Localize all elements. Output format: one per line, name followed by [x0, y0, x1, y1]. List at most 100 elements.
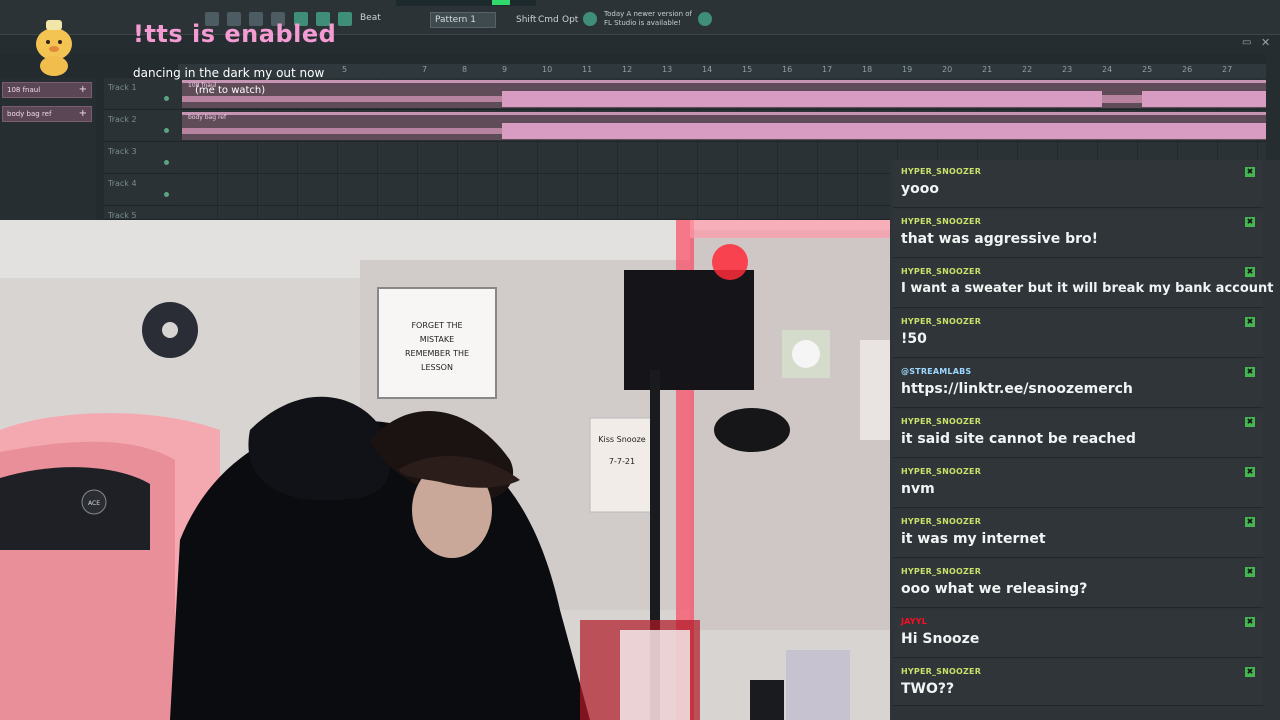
stream-screen: Beat Pattern 1 Shift Cmd Opt Today A new… — [0, 0, 1280, 720]
moderator-badge-icon: ✖ — [1245, 567, 1255, 577]
moderator-badge-icon: ✖ — [1245, 467, 1255, 477]
ruler-mark: 19 — [902, 65, 913, 74]
chat-text: nvm — [901, 481, 935, 497]
chat-username[interactable]: @STREAMLABS — [901, 367, 971, 376]
clip-label: body bag ref — [188, 114, 227, 121]
audio-clip[interactable]: 108 fnaul — [182, 80, 1266, 108]
chat-message: JAYYL ✖ Hi Snooze — [893, 610, 1263, 658]
chat-text: ooo what we releasing? — [901, 581, 1088, 597]
ruler-mark: 7 — [422, 65, 428, 74]
ruler-mark: 21 — [982, 65, 993, 74]
track-header[interactable]: Track 5 — [104, 206, 178, 220]
chat-username[interactable]: HYPER_SNOOZER — [901, 217, 981, 226]
vertical-scrollbar[interactable] — [1266, 54, 1280, 160]
opt-button[interactable]: Opt — [562, 15, 578, 25]
ruler-mark: 5 — [342, 65, 348, 74]
waveform — [182, 123, 1266, 139]
poster-text: FORGET THE — [411, 321, 462, 330]
add-icon[interactable]: + — [79, 84, 87, 95]
timeline-ruler[interactable]: 5 7 8 9 10 11 12 13 14 15 16 17 18 19 20… — [178, 64, 1266, 78]
chat-username[interactable]: HYPER_SNOOZER — [901, 317, 981, 326]
moderator-badge-icon: ✖ — [1245, 367, 1255, 377]
card-date: 7-7-21 — [609, 457, 635, 466]
ruler-mark: 23 — [1062, 65, 1073, 74]
chat-text: TWO?? — [901, 681, 955, 697]
chat-text: it said site cannot be reached — [901, 431, 1136, 447]
ruler-mark: 14 — [702, 65, 713, 74]
ruler-mark: 22 — [1022, 65, 1033, 74]
pattern-item-label: 108 fnaul — [7, 86, 41, 94]
tts-enabled-banner: !tts is enabled — [133, 20, 337, 48]
chat-text: !50 — [901, 331, 927, 347]
track-name: Track 4 — [108, 179, 137, 188]
shift-button[interactable]: Shift — [516, 15, 536, 25]
pattern-label: Pattern 1 — [435, 15, 476, 25]
track-header[interactable]: Track 1 — [104, 78, 178, 110]
ruler-mark: 20 — [942, 65, 953, 74]
track-mute-indicator[interactable] — [164, 128, 169, 133]
audio-clip[interactable]: body bag ref — [182, 112, 1266, 140]
chat-message: HYPER_SNOOZER ✖ ooo what we releasing? — [893, 560, 1263, 608]
pattern-list: 108 fnaul + body bag ref + — [0, 78, 96, 220]
update-icon[interactable] — [583, 12, 597, 26]
track-header[interactable]: Track 2 — [104, 110, 178, 142]
close-icon[interactable]: ✕ — [1261, 36, 1270, 49]
chat-message: HYPER_SNOOZER ✖ yooo — [893, 160, 1263, 208]
ruler-mark: 15 — [742, 65, 753, 74]
ruler-mark: 9 — [502, 65, 508, 74]
ruler-mark: 25 — [1142, 65, 1153, 74]
chat-text: I want a sweater but it will break my ba… — [901, 281, 1274, 296]
track-mute-indicator[interactable] — [164, 96, 169, 101]
moderator-badge-icon: ✖ — [1245, 167, 1255, 177]
ruler-mark: 12 — [622, 65, 633, 74]
minimize-icon[interactable]: ▭ — [1242, 37, 1251, 48]
track-header[interactable]: Track 4 — [104, 174, 178, 206]
chat-text: Hi Snooze — [901, 631, 980, 647]
track-mute-indicator[interactable] — [164, 192, 169, 197]
moderator-badge-icon: ✖ — [1245, 517, 1255, 527]
chat-message: HYPER_SNOOZER ✖ !50 — [893, 310, 1263, 358]
chat-text[interactable]: https://linktr.ee/snoozemerch — [901, 381, 1133, 397]
chat-username[interactable]: HYPER_SNOOZER — [901, 517, 981, 526]
track-name: Track 5 — [108, 211, 137, 220]
moderator-badge-icon: ✖ — [1245, 417, 1255, 427]
webcam-feed: FORGET THE MISTAKE REMEMBER THE LESSON K… — [0, 220, 890, 720]
chat-message: HYPER_SNOOZER ✖ it said site cannot be r… — [893, 410, 1263, 458]
chat-username[interactable]: HYPER_SNOOZER — [901, 167, 981, 176]
chat-username[interactable]: HYPER_SNOOZER — [901, 417, 981, 426]
track-header[interactable]: Track 3 — [104, 142, 178, 174]
chat-username[interactable]: HYPER_SNOOZER — [901, 467, 981, 476]
chat-panel: HYPER_SNOOZER ✖ yooo HYPER_SNOOZER ✖ tha… — [890, 160, 1280, 720]
add-icon[interactable]: + — [79, 108, 87, 119]
transport-strip — [396, 0, 536, 6]
ruler-mark: 24 — [1102, 65, 1113, 74]
chat-message: HYPER_SNOOZER ✖ that was aggressive bro! — [893, 210, 1263, 258]
track-mute-indicator[interactable] — [164, 160, 169, 165]
ruler-mark: 8 — [462, 65, 468, 74]
chat-username[interactable]: HYPER_SNOOZER — [901, 267, 981, 276]
pattern-selector[interactable]: Pattern 1 — [430, 12, 496, 28]
track-name: Track 2 — [108, 115, 137, 124]
ruler-mark: 11 — [582, 65, 593, 74]
microphone-icon[interactable] — [338, 12, 352, 26]
pattern-item[interactable]: 108 fnaul + — [2, 82, 92, 98]
ruler-mark: 17 — [822, 65, 833, 74]
chat-username[interactable]: JAYYL — [901, 617, 927, 626]
moderator-badge-icon: ✖ — [1245, 267, 1255, 277]
pattern-item-label: body bag ref — [7, 110, 52, 118]
webcam-scene: FORGET THE MISTAKE REMEMBER THE LESSON K… — [0, 220, 890, 720]
ruler-mark: 27 — [1222, 65, 1233, 74]
chat-message: HYPER_SNOOZER ✖ I want a sweater but it … — [893, 260, 1274, 308]
chat-username[interactable]: HYPER_SNOOZER — [901, 567, 981, 576]
card-text: Kiss Snooze — [598, 435, 645, 444]
chat-username[interactable]: HYPER_SNOOZER — [901, 667, 981, 676]
chat-message: HYPER_SNOOZER ✖ TWO?? — [893, 660, 1263, 706]
poster-text: LESSON — [421, 363, 453, 372]
moderator-badge-icon: ✖ — [1245, 667, 1255, 677]
beat-mode-label[interactable]: Beat — [360, 13, 381, 23]
duck-mascot-icon — [36, 20, 72, 76]
cmd-button[interactable]: Cmd — [538, 15, 559, 25]
watch-hint-text: (me to watch) — [195, 85, 266, 96]
chat-text: that was aggressive bro! — [901, 231, 1099, 247]
pattern-item[interactable]: body bag ref + — [2, 106, 92, 122]
